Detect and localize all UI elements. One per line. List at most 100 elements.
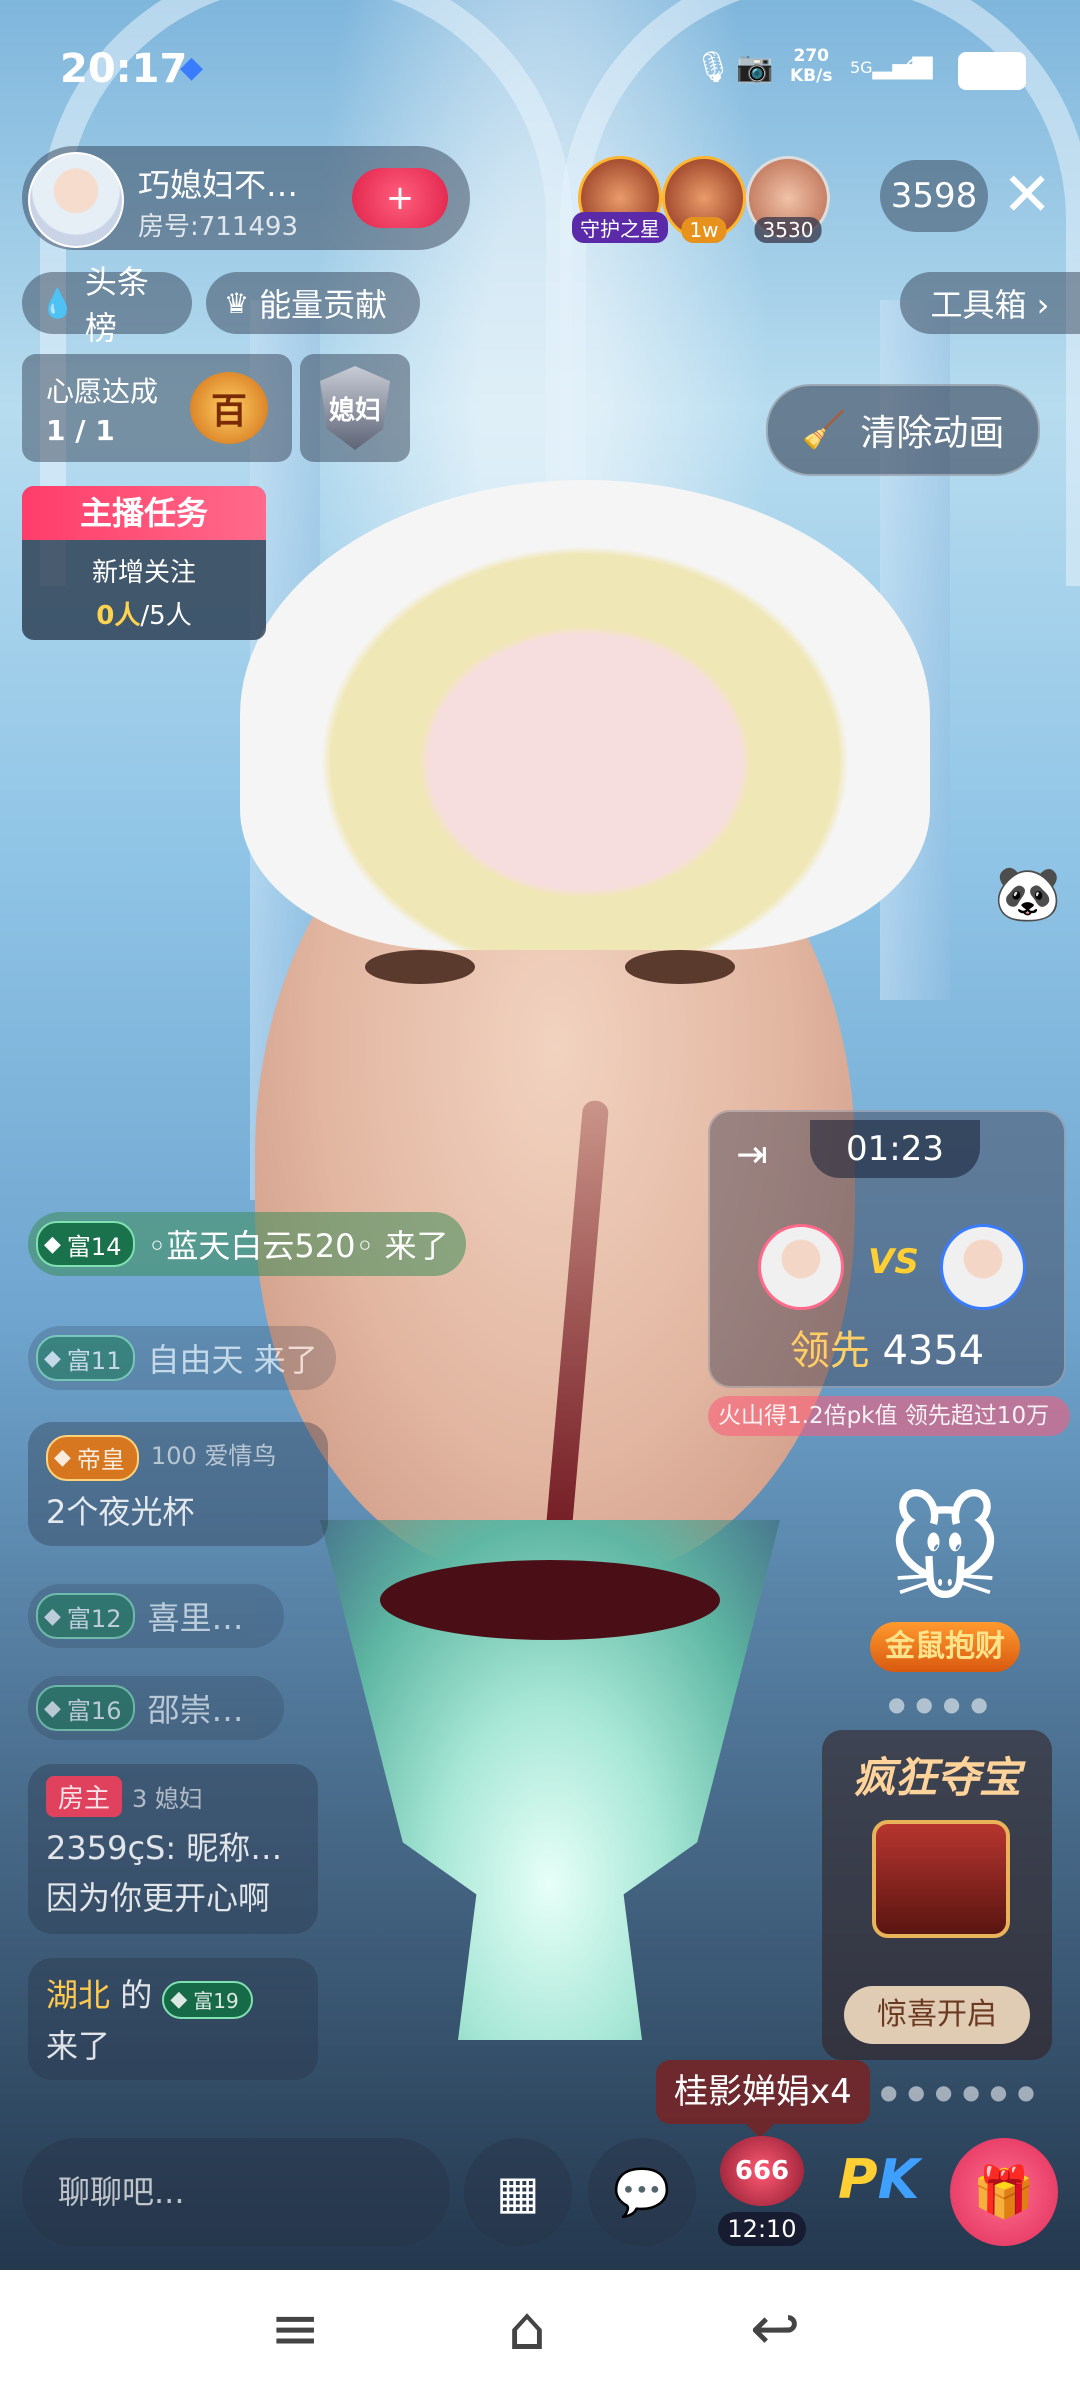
anchor-task-card[interactable]: 主播任务 新增关注 0人/5人 bbox=[22, 486, 266, 640]
host-info-card[interactable]: 巧媳妇不… 房号:711493 + bbox=[22, 146, 470, 250]
status-bar: 20:17 ◆ 🎙 📷 270 KB/s 5G▂▄▆ ◠ bbox=[0, 0, 1080, 140]
gift-button[interactable]: 🎁 bbox=[950, 2138, 1058, 2246]
app-notification-icon: ◆ bbox=[180, 50, 204, 85]
anchor-task-target: /5人 bbox=[140, 601, 192, 631]
pk-timer: 01:23 bbox=[810, 1120, 980, 1178]
panda-icon[interactable]: 🐼 bbox=[994, 862, 1061, 926]
more-button[interactable]: ▦ bbox=[464, 2138, 572, 2246]
level-text: 富19 bbox=[193, 1989, 239, 2013]
pk-button[interactable]: PK bbox=[838, 2148, 919, 2211]
chat-message[interactable]: 房主 3 媳妇 2359çS: 昵称… 因为你更开心啊 bbox=[28, 1764, 318, 1934]
chat-header: 湖北 的 ◆ 富19 bbox=[46, 1970, 300, 2019]
chat-message[interactable]: ◆ 富14 ◦蓝天白云520◦ 来了 bbox=[28, 1212, 467, 1276]
treasure-title: 疯狂夺宝 bbox=[852, 1753, 1021, 1802]
top-viewer-avatar[interactable]: 1w bbox=[662, 156, 746, 243]
pk-button-k: K bbox=[877, 2148, 920, 2211]
viewer-badge: 1w bbox=[681, 217, 727, 243]
broom-icon: 🧹 bbox=[801, 410, 847, 451]
room-number: 房号:711493 bbox=[138, 212, 299, 242]
exit-icon[interactable]: ⇥ bbox=[736, 1132, 768, 1176]
chat-text: 来了 bbox=[46, 2026, 111, 2065]
home-icon[interactable]: ⌂ bbox=[508, 2294, 546, 2364]
menu-icon[interactable]: ≡ bbox=[270, 2294, 320, 2364]
fan-club-badge[interactable]: 媳妇 bbox=[300, 354, 410, 462]
network-type: 5G bbox=[850, 58, 873, 77]
level-text: 富12 bbox=[66, 1604, 122, 1633]
pk-host-avatar[interactable] bbox=[758, 1224, 844, 1310]
golden-mouse-activity[interactable]: 🐭 金鼠抱财 bbox=[870, 1482, 1020, 1672]
chat-message[interactable]: ◆ 富16 邵崇… bbox=[28, 1676, 284, 1740]
diamond-icon: ◆ bbox=[44, 1231, 61, 1257]
chat-message[interactable]: ◆ 富11 自由天 来了 bbox=[28, 1326, 336, 1390]
pk-lead: 领先 4354 bbox=[710, 1318, 1064, 1376]
clear-animation-label: 清除动画 bbox=[860, 413, 1005, 454]
chat-message[interactable]: 湖北 的 ◆ 富19 来了 bbox=[28, 1958, 318, 2080]
streamer-eye bbox=[365, 950, 475, 984]
wifi-icon: ◠ bbox=[904, 50, 931, 85]
crown-icon: ♛ bbox=[224, 286, 250, 320]
chat-message[interactable]: ◆ 富12 喜里… bbox=[28, 1584, 284, 1648]
chat-input[interactable]: 聊聊吧... bbox=[22, 2138, 450, 2246]
host-avatar[interactable] bbox=[28, 152, 124, 248]
host-tag: 房主 bbox=[46, 1776, 123, 1817]
drop-icon: 💧 bbox=[40, 286, 75, 320]
pk-battle-panel[interactable]: ⇥ 01:23 VS 领先 4354 bbox=[708, 1110, 1066, 1388]
grid-icon: ▦ bbox=[496, 2165, 540, 2219]
pk-ticker: 火山得1.2倍pk值 领先超过10万 bbox=[708, 1396, 1070, 1436]
network-speed-unit: KB/s bbox=[790, 66, 833, 86]
carousel-dots: ●●●●●● bbox=[880, 2080, 1045, 2104]
glory-timer: 12:10 bbox=[718, 2212, 806, 2246]
glory-level-button[interactable]: 666 12:10 bbox=[712, 2136, 812, 2248]
wish-progress-card[interactable]: 心愿达成 1 / 1 百 bbox=[22, 354, 292, 462]
viewer-badge: 3530 bbox=[754, 217, 822, 243]
fan-badge: 3 媳妇 bbox=[132, 1785, 203, 1813]
audience-count[interactable]: 3598 bbox=[880, 160, 988, 232]
plus-icon: + bbox=[385, 178, 415, 218]
chat-text: 2个夜光杯 bbox=[46, 1492, 195, 1531]
level-text: 富14 bbox=[66, 1232, 122, 1261]
host-name: 巧媳妇不… bbox=[138, 166, 299, 204]
anchor-task-label: 新增关注 bbox=[91, 558, 196, 588]
energy-contribution-button[interactable]: ♛ 能量贡献 bbox=[206, 272, 420, 334]
chat-text: 自由天 来了 bbox=[147, 1341, 318, 1379]
wealth-level-badge: ◆ 富12 bbox=[36, 1593, 136, 1639]
viewer-badge: 守护之星 bbox=[572, 212, 668, 243]
back-icon[interactable]: ↩ bbox=[750, 2294, 800, 2364]
chat-extra: 100 爱情鸟 bbox=[150, 1442, 277, 1470]
camera-icon: 📷 bbox=[736, 50, 774, 85]
streamer-eye bbox=[625, 950, 735, 984]
pk-vs-label: VS bbox=[868, 1242, 919, 1282]
chat-header: ◆ 帝皇 100 爱情鸟 bbox=[46, 1434, 310, 1481]
clear-animation-button[interactable]: 🧹 清除动画 bbox=[766, 384, 1040, 476]
top-viewer-avatar[interactable]: 3530 bbox=[746, 156, 830, 243]
chat-text: 因为你更开心啊 bbox=[46, 1879, 271, 1917]
top-viewer-avatar[interactable]: 守护之星 bbox=[572, 156, 668, 243]
golden-mouse-label: 金鼠抱财 bbox=[870, 1622, 1020, 1672]
close-icon[interactable]: ✕ bbox=[1002, 162, 1052, 228]
streamer-headdress bbox=[240, 480, 930, 950]
chat-message[interactable]: ◆ 帝皇 100 爱情鸟 2个夜光杯 bbox=[28, 1422, 328, 1546]
pk-opponent-avatar[interactable] bbox=[940, 1224, 1026, 1310]
status-time: 20:17 bbox=[60, 46, 188, 92]
system-navigation-bar: ≡ ⌂ ↩ bbox=[0, 2270, 1080, 2400]
wish-progress: 1 / 1 bbox=[46, 414, 115, 447]
headline-rank-button[interactable]: 💧 头条榜 bbox=[22, 263, 192, 347]
wealth-level-badge: ◆ 富14 bbox=[36, 1221, 136, 1267]
chat-text: 2359çS: 昵称… bbox=[46, 1829, 283, 1867]
wealth-level-badge: ◆ 富19 bbox=[162, 1980, 253, 2019]
level-text: 帝皇 bbox=[76, 1446, 125, 1474]
message-button[interactable]: 💬 bbox=[588, 2138, 696, 2246]
carousel-dots: ●●●● bbox=[888, 1692, 998, 1716]
toolbox-button[interactable]: 工具箱 › bbox=[900, 272, 1080, 334]
surprise-open-button[interactable]: 惊喜开启 bbox=[844, 1986, 1030, 2044]
diamond-icon: ◆ bbox=[170, 1987, 188, 2012]
headline-rank-label: 头条榜 bbox=[84, 263, 149, 347]
pk-button-p: P bbox=[838, 2148, 878, 2211]
level-text: 富16 bbox=[66, 1696, 122, 1725]
microphone-icon: 🎙 bbox=[694, 50, 733, 85]
network-speed-value: 270 bbox=[793, 46, 829, 66]
wine-surface bbox=[380, 1560, 720, 1640]
chat-text: ◦蓝天白云520◦ 来了 bbox=[147, 1227, 449, 1265]
follow-button[interactable]: + bbox=[352, 168, 448, 228]
treasure-hunt-widget[interactable]: 疯狂夺宝 惊喜开启 bbox=[822, 1730, 1052, 2060]
